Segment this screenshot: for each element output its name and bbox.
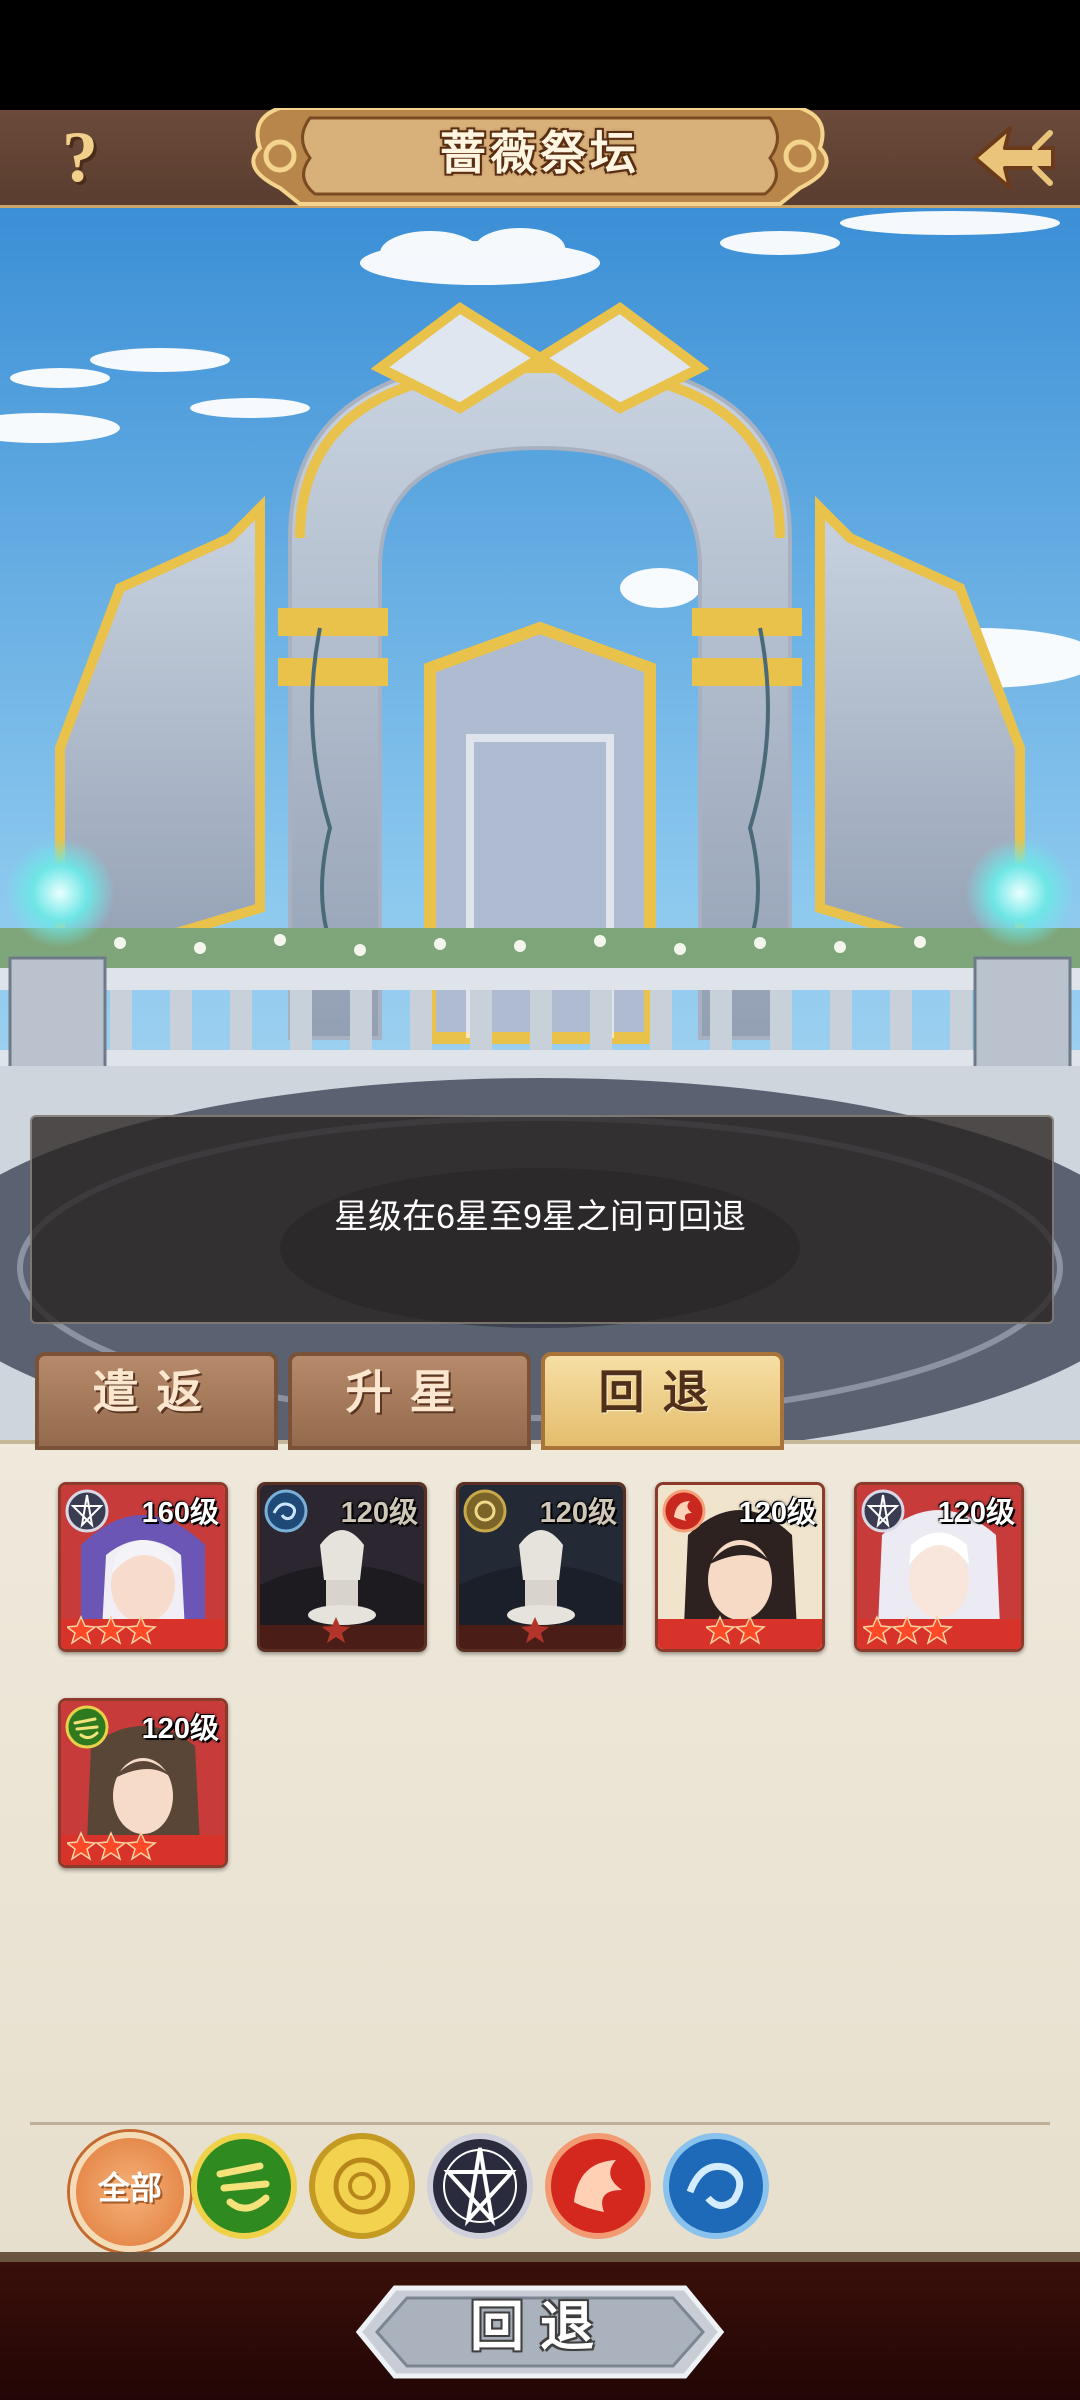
filter-all-button[interactable]: 全部 — [70, 2132, 190, 2252]
info-message: 星级在6星至9星之间可回退 — [334, 1198, 746, 1236]
star-rating — [521, 1617, 549, 1643]
filter-phoenix-icon[interactable] — [544, 2132, 652, 2240]
hero-level: 120级 — [539, 1497, 617, 1529]
filter-pentagram-icon[interactable] — [426, 2132, 534, 2240]
filter-ocean-icon[interactable] — [662, 2132, 770, 2240]
hero-level: 160级 — [141, 1497, 219, 1529]
hero-level: 120级 — [141, 1713, 219, 1745]
hero-card-6[interactable]: 120级 — [58, 1698, 228, 1868]
hero-card-3[interactable]: 120级 — [456, 1482, 626, 1652]
star-rating — [67, 1615, 157, 1645]
hero-card-2[interactable]: 120级 — [257, 1482, 427, 1652]
hero-level: 120级 — [937, 1497, 1015, 1529]
page-title: 蔷薇祭坛 — [440, 127, 640, 179]
phoenix-faction-icon — [662, 1489, 706, 1533]
pentagram-faction-icon — [861, 1489, 905, 1533]
star-rating — [67, 1831, 157, 1861]
filter-dragon-icon[interactable] — [190, 2132, 298, 2240]
panel-edge — [0, 2252, 1080, 2262]
hero-card-5[interactable]: 120级 — [854, 1482, 1024, 1652]
dragon-faction-icon — [65, 1705, 109, 1749]
star-rating — [706, 1615, 766, 1645]
ocean-faction-icon — [264, 1489, 308, 1533]
tab-dismiss[interactable]: 遣返 — [35, 1352, 278, 1450]
back-arrow-icon[interactable] — [965, 118, 1060, 198]
tab-star-up[interactable]: 升星 — [288, 1352, 531, 1450]
star-rating — [322, 1617, 350, 1643]
rose-faction-icon — [463, 1489, 507, 1533]
pentagram-faction-icon — [65, 1489, 109, 1533]
hero-level: 120级 — [340, 1497, 418, 1529]
help-button[interactable]: ? — [45, 120, 115, 195]
hero-card-1[interactable]: 160级 — [58, 1482, 228, 1652]
revert-button[interactable]: 回退 — [355, 2282, 725, 2382]
star-rating — [863, 1615, 953, 1645]
status-bar — [0, 0, 1080, 110]
tab-revert[interactable]: 回退 — [541, 1352, 784, 1450]
filter-rose-icon[interactable] — [308, 2132, 416, 2240]
panel-divider — [30, 2122, 1050, 2125]
hero-card-4[interactable]: 120级 — [655, 1482, 825, 1652]
hero-level: 120级 — [738, 1497, 816, 1529]
